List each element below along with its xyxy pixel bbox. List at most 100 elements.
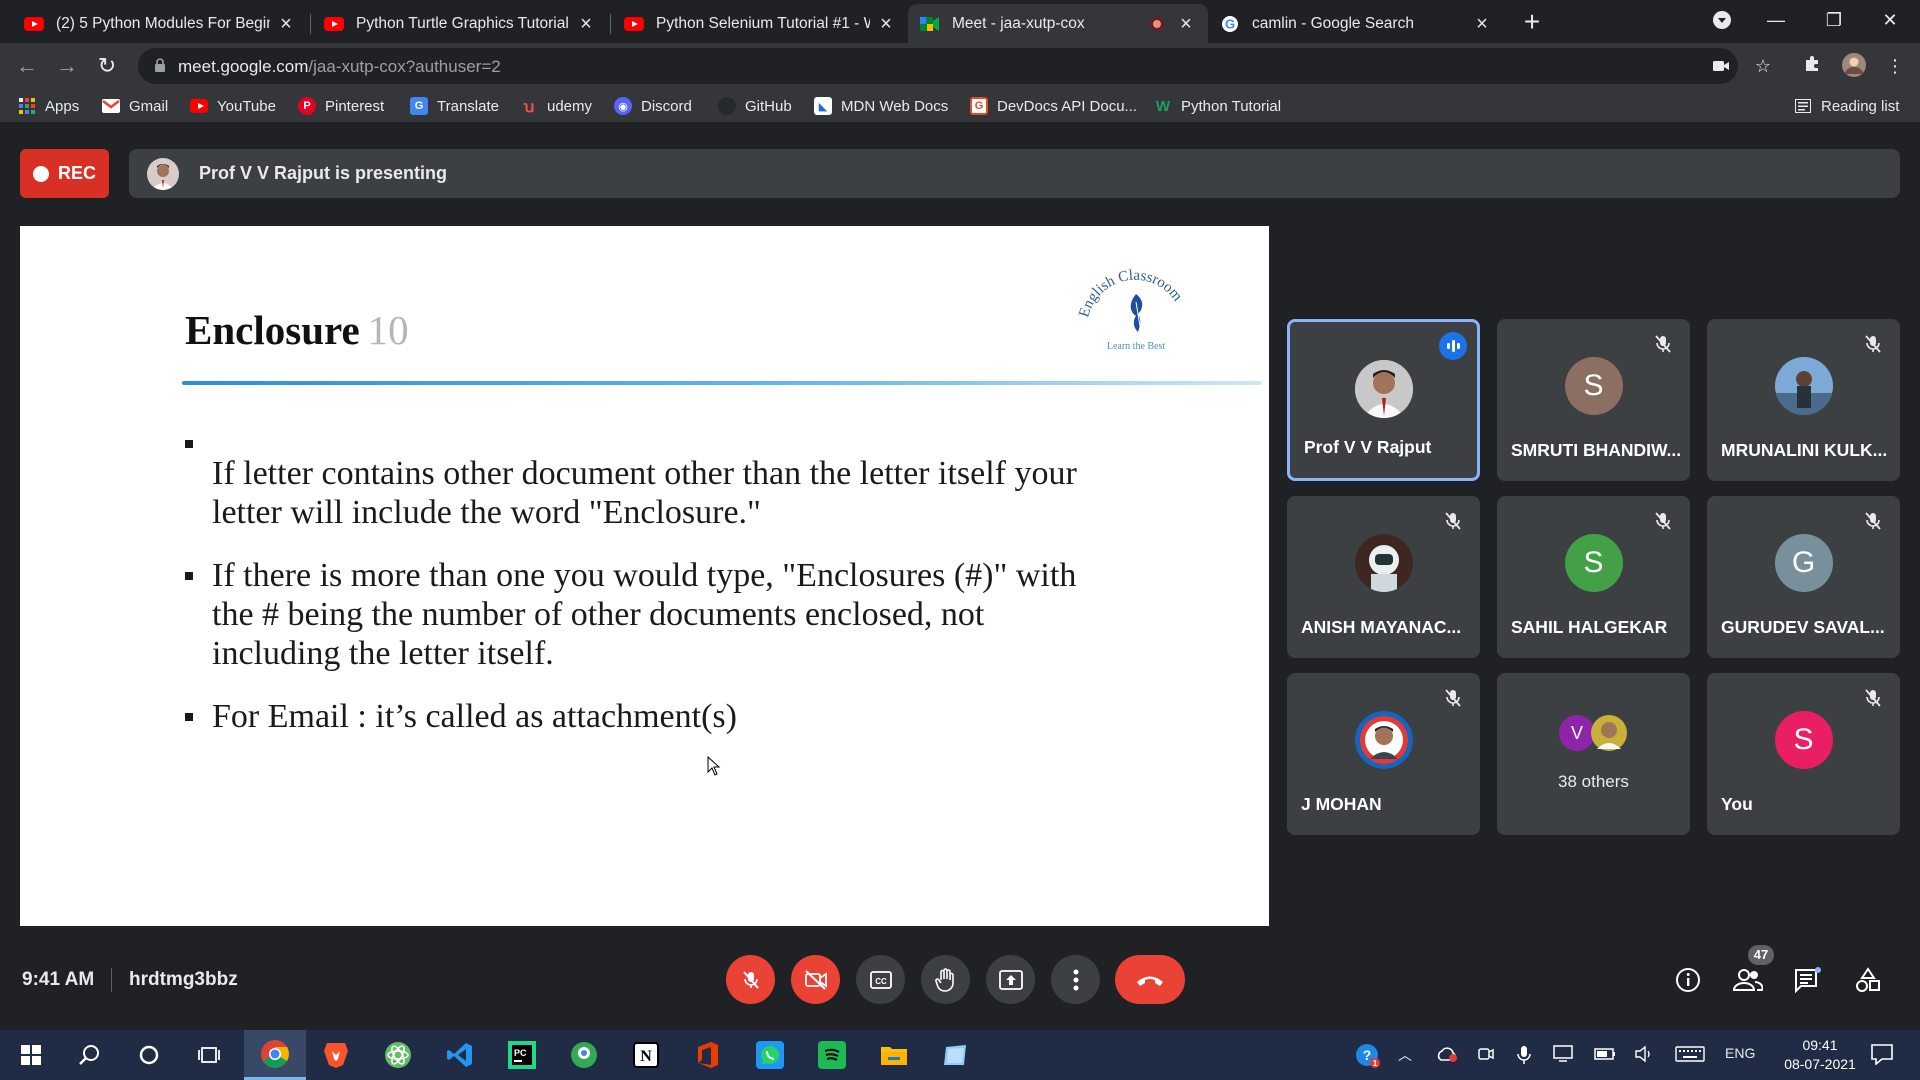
- slide-bullet: If letter contains other document other …: [185, 440, 1085, 532]
- captions-button[interactable]: CC: [856, 955, 905, 1004]
- tab-turtle-graphics[interactable]: Python Turtle Graphics Tutorial # ×: [312, 4, 608, 43]
- svg-text:?: ?: [1363, 1047, 1372, 1063]
- volume-icon[interactable]: [1634, 1045, 1656, 1066]
- more-options-button[interactable]: [1051, 955, 1100, 1004]
- participant-name: Prof V V Rajput: [1304, 437, 1432, 457]
- participant-name: MRUNALINI KULK...: [1721, 440, 1888, 460]
- youtube-icon: [190, 97, 208, 115]
- address-bar[interactable]: meet.google.com/jaa-xutp-cox?authuser=2: [138, 48, 1738, 84]
- system-clock[interactable]: 09:41 08-07-2021: [1775, 1036, 1865, 1074]
- present-now-button[interactable]: [986, 955, 1035, 1004]
- close-tab-icon[interactable]: ×: [276, 14, 296, 34]
- participant-tile-you[interactable]: S You: [1707, 673, 1900, 835]
- forward-arrow-icon[interactable]: →: [52, 51, 82, 81]
- reload-icon[interactable]: ↻: [92, 51, 122, 81]
- brave-browser-icon[interactable]: [305, 1030, 367, 1080]
- language-indicator[interactable]: ENG: [1725, 1045, 1755, 1061]
- recording-badge[interactable]: REC: [20, 149, 109, 198]
- chat-button[interactable]: [1792, 964, 1824, 996]
- battery-icon[interactable]: [1594, 1045, 1616, 1066]
- office-icon[interactable]: [677, 1030, 739, 1080]
- bookmark-star-icon[interactable]: ☆: [1752, 55, 1774, 77]
- python-tutorial-icon: W: [1155, 97, 1171, 115]
- touch-keyboard-icon[interactable]: [1675, 1045, 1705, 1066]
- bookmark-label: GitHub: [745, 97, 792, 115]
- file-explorer-icon[interactable]: [863, 1030, 925, 1080]
- close-tab-icon[interactable]: ×: [1472, 14, 1492, 34]
- bookmark-udemy[interactable]: ꭒ udemy: [520, 95, 592, 117]
- slide-bullet: For Email : it’s called as attachment(s): [185, 697, 1085, 736]
- notifications-icon[interactable]: [1870, 1043, 1894, 1068]
- participant-tile[interactable]: J MOHAN: [1287, 673, 1480, 835]
- show-hidden-icons-chevron-icon[interactable]: ︿: [1398, 1045, 1412, 1065]
- help-icon[interactable]: ? 1: [1355, 1043, 1381, 1072]
- bookmark-devdocs[interactable]: G DevDocs API Docu...: [970, 95, 1137, 117]
- camera-toggle-button[interactable]: [791, 955, 840, 1004]
- notion-icon[interactable]: N: [615, 1030, 677, 1080]
- whatsapp-icon[interactable]: [739, 1030, 801, 1080]
- bookmark-python-tutorial[interactable]: W Python Tutorial: [1154, 95, 1281, 117]
- close-tab-icon[interactable]: ×: [876, 14, 896, 34]
- bookmark-gmail[interactable]: Gmail: [102, 95, 168, 117]
- presenter-avatar: [147, 157, 179, 190]
- onedrive-icon[interactable]: [1435, 1045, 1459, 1066]
- participant-tile[interactable]: S SMRUTI BHANDIW...: [1497, 319, 1690, 481]
- vscode-icon[interactable]: [429, 1030, 491, 1080]
- tab-separator: [310, 14, 311, 34]
- chrome-menu-icon[interactable]: ⋮: [1884, 55, 1906, 77]
- leave-call-button[interactable]: [1115, 955, 1185, 1004]
- participant-tile-prof-rajput[interactable]: Prof V V Rajput: [1287, 319, 1480, 481]
- tab-google-search[interactable]: G camlin - Google Search ×: [1208, 4, 1504, 43]
- network-icon[interactable]: [1553, 1045, 1575, 1066]
- present-screen-icon: [998, 969, 1023, 990]
- reading-list-button[interactable]: Reading list: [1794, 95, 1899, 117]
- activities-button[interactable]: [1852, 964, 1884, 996]
- participant-tile[interactable]: S SAHIL HALGEKAR: [1497, 496, 1690, 658]
- new-tab-button[interactable]: +: [1519, 8, 1545, 36]
- pycharm-icon[interactable]: PC: [491, 1030, 553, 1080]
- participant-tile[interactable]: ANISH MAYANAC...: [1287, 496, 1480, 658]
- back-arrow-icon[interactable]: ←: [12, 51, 42, 81]
- restore-icon[interactable]: ❐: [1814, 6, 1854, 34]
- extensions-puzzle-icon[interactable]: [1801, 55, 1823, 77]
- google-icon: G: [1220, 14, 1240, 34]
- bookmark-translate[interactable]: G Translate: [410, 95, 499, 117]
- notes-app-icon[interactable]: [925, 1030, 987, 1080]
- tab-meet[interactable]: Meet - jaa-xutp-cox ×: [908, 4, 1208, 43]
- bookmark-mdn[interactable]: ◣ MDN Web Docs: [814, 95, 948, 117]
- maps-app-icon[interactable]: [553, 1030, 615, 1080]
- bookmark-pinterest[interactable]: P Pinterest: [298, 95, 384, 117]
- camera-permission-icon[interactable]: [1710, 55, 1732, 77]
- close-tab-icon[interactable]: ×: [576, 14, 596, 34]
- meeting-details-button[interactable]: [1672, 964, 1704, 996]
- tab-python-modules[interactable]: (2) 5 Python Modules For Beginn ×: [12, 4, 308, 43]
- bookmark-discord[interactable]: ◉ Discord: [614, 95, 692, 117]
- profile-avatar[interactable]: [1842, 53, 1866, 77]
- search-icon[interactable]: [58, 1030, 120, 1080]
- reading-list-label: Reading list: [1821, 97, 1900, 115]
- chrome-taskbar-icon[interactable]: [244, 1030, 306, 1080]
- people-button[interactable]: [1732, 964, 1764, 996]
- meet-tray-icon[interactable]: [1477, 1045, 1495, 1066]
- spotify-icon[interactable]: [801, 1030, 863, 1080]
- windows-start-icon[interactable]: [0, 1030, 62, 1080]
- bookmark-youtube[interactable]: YouTube: [190, 95, 276, 117]
- participant-tile[interactable]: G GURUDEV SAVAL...: [1707, 496, 1900, 658]
- others-tile[interactable]: V 38 others: [1497, 673, 1690, 835]
- bookmark-github[interactable]: GitHub: [718, 95, 792, 117]
- microphone-tray-icon[interactable]: [1517, 1045, 1531, 1068]
- close-tab-icon[interactable]: ×: [1176, 14, 1196, 34]
- close-window-icon[interactable]: ✕: [1870, 6, 1910, 34]
- profile-dropdown-icon[interactable]: [1702, 6, 1742, 34]
- task-view-icon[interactable]: [178, 1030, 240, 1080]
- lock-icon[interactable]: [154, 58, 166, 72]
- atom-editor-icon[interactable]: [367, 1030, 429, 1080]
- microphone-toggle-button[interactable]: [726, 955, 775, 1004]
- bookmark-label: MDN Web Docs: [841, 97, 949, 115]
- minimize-icon[interactable]: —: [1756, 6, 1796, 34]
- cortana-icon[interactable]: [118, 1030, 180, 1080]
- bookmark-apps[interactable]: Apps: [18, 95, 79, 117]
- tab-selenium[interactable]: Python Selenium Tutorial #1 - W ×: [612, 4, 908, 43]
- raise-hand-button[interactable]: [921, 955, 970, 1004]
- participant-tile[interactable]: MRUNALINI KULK...: [1707, 319, 1900, 481]
